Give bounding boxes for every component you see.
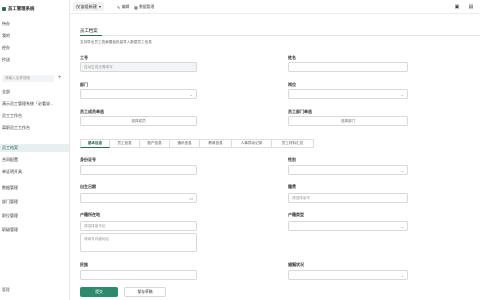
select-member-button[interactable]: 选择成员 <box>80 116 197 126</box>
sidebar-item-demo[interactable]: 演示员工管理系统「必看说... <box>0 100 69 108</box>
dept-label: 部门 <box>80 82 88 87</box>
chevron-down-icon: ⌄ <box>400 224 404 229</box>
chevron-down-icon: ⌄ <box>400 92 404 97</box>
id-no-input[interactable] <box>80 165 197 175</box>
calendar-icon: ▭ <box>189 196 193 201</box>
ethnic-label: 民族 <box>80 262 88 267</box>
tab-materials-summary[interactable]: 员工材料汇总 <box>272 139 314 148</box>
app-logo-icon <box>2 7 6 11</box>
app-title: 员工管理系统 <box>8 6 35 11</box>
form-selector-label: 仅该组新建 <box>76 3 97 9</box>
title-divider <box>80 35 480 36</box>
sidebar-item-todo[interactable]: 待办 <box>0 20 69 28</box>
edit-label: 编辑 <box>121 4 130 9</box>
ethnic-select[interactable] <box>80 270 197 280</box>
marital-select[interactable]: ⌄ <box>288 270 408 280</box>
sidebar-search-input[interactable]: 请输入名称搜索 <box>2 75 54 82</box>
sidebar-item-employee-archive[interactable]: 员工档案 <box>0 144 69 152</box>
tab-account-info[interactable]: 账户信息 <box>140 139 170 148</box>
sidebar-item-level-manage[interactable]: 职级管理 <box>0 226 69 234</box>
hukou-type-label: 户籍类型 <box>288 212 304 217</box>
sidebar-item-workbench[interactable]: 员工工作台 <box>0 112 69 120</box>
employee-no-input: 自动生成无需填写 <box>80 62 197 72</box>
chevron-down-icon: ⌄ <box>400 273 404 278</box>
edit-icon: ✎ <box>117 5 121 10</box>
position-select[interactable]: ⌄ <box>288 89 408 99</box>
tab-contact-info[interactable]: 通讯信息 <box>170 139 200 148</box>
form-description: 支持导出员工档案模板批量导入数据员工信息 <box>80 40 152 44</box>
select-dept-button[interactable]: 选择部门 <box>288 116 408 126</box>
title-underline <box>80 34 102 36</box>
submit-button[interactable]: 提交 <box>80 287 118 297</box>
edit-button[interactable]: ✎ 编辑 <box>117 3 129 11</box>
hukou-address-textarea[interactable]: 请填写详细地址 <box>80 233 197 252</box>
form-title: 员工档案 <box>80 28 98 33</box>
sidebar-item-data-manage[interactable]: 数据管理 <box>0 184 69 192</box>
employee-no-label: 工号 <box>80 55 88 60</box>
gender-label: 性别 <box>288 157 296 162</box>
birthday-label: 出生日期 <box>80 184 96 189</box>
topbar: 仅该组新建 ▾ ✎ 编辑 ▦ 数据管理 ▣ ▤ <box>70 0 480 14</box>
save-draft-button[interactable]: 保存草稿 <box>124 287 166 297</box>
sidebar-item-position-manage[interactable]: 职位管理 <box>0 212 69 220</box>
id-no-label: 身份证号 <box>80 157 96 162</box>
tab-employee-info[interactable]: 员工信息 <box>110 139 140 148</box>
chevron-down-icon: ▾ <box>98 4 102 9</box>
sidebar-item-cc[interactable]: 抄送 <box>0 56 69 64</box>
chevron-down-icon: ⌄ <box>189 92 193 97</box>
form-selector-dropdown[interactable]: 仅该组新建 ▾ <box>73 2 105 11</box>
chevron-down-icon: ⌄ <box>400 168 404 173</box>
sidebar-item-resigned-workbench[interactable]: 离职员工工作台 <box>0 124 69 132</box>
tab-education-info[interactable]: 教育信息 <box>200 139 232 148</box>
name-input[interactable] <box>288 62 408 72</box>
sidebar-footer-manage[interactable]: 管理 <box>2 288 10 293</box>
table-icon: ▦ <box>134 5 138 10</box>
sidebar-item-all[interactable]: 全部 <box>0 88 69 96</box>
position-label: 岗位 <box>288 82 296 87</box>
hukou-region-select[interactable]: 请选择省市区 <box>80 221 197 231</box>
section-tabs: 基本信息 员工信息 账户信息 通讯信息 教育信息 人事异动记录 员工材料汇总 <box>80 139 314 148</box>
member-select-label: 员工成员单选 <box>80 109 104 114</box>
bookmark-icon[interactable]: ▣ <box>454 3 460 11</box>
name-label: 姓名 <box>288 55 296 60</box>
data-manage-button[interactable]: ▦ 数据管理 <box>134 3 154 11</box>
sidebar: 员工管理系统 待办 我的 经办 抄送 请输入名称搜索 + 全部 演示员工管理系统… <box>0 0 70 300</box>
app-brand: 员工管理系统 <box>2 5 34 13</box>
hukou-type-select[interactable]: ⌄ <box>288 221 408 231</box>
dept-select[interactable]: ⌄ <box>80 89 197 99</box>
sidebar-item-certificate[interactable]: 单证明开具 <box>0 168 69 176</box>
add-icon[interactable]: + <box>56 75 63 82</box>
gender-select[interactable]: ⌄ <box>288 165 408 175</box>
origin-label: 籍贯 <box>288 184 296 189</box>
tab-personnel-changes[interactable]: 人事异动记录 <box>232 139 272 148</box>
sidebar-item-dept-manage[interactable]: 部门管理 <box>0 198 69 206</box>
share-icon[interactable]: ▤ <box>468 3 474 11</box>
sidebar-item-mine[interactable]: 我的 <box>0 32 69 40</box>
tab-basic-info[interactable]: 基本信息 <box>80 139 110 148</box>
birthday-input[interactable]: ▭ <box>80 193 197 203</box>
sidebar-item-handled[interactable]: 经办 <box>0 44 69 52</box>
sidebar-item-contract-config[interactable]: 合同配置 <box>0 156 69 164</box>
origin-select[interactable]: 请选择省市 <box>288 193 408 203</box>
marital-label: 婚姻状况 <box>288 262 304 267</box>
dept-select-label: 员工部门单选 <box>288 109 312 114</box>
data-manage-label: 数据管理 <box>139 4 155 9</box>
hukou-label: 户籍所在地 <box>80 212 100 217</box>
